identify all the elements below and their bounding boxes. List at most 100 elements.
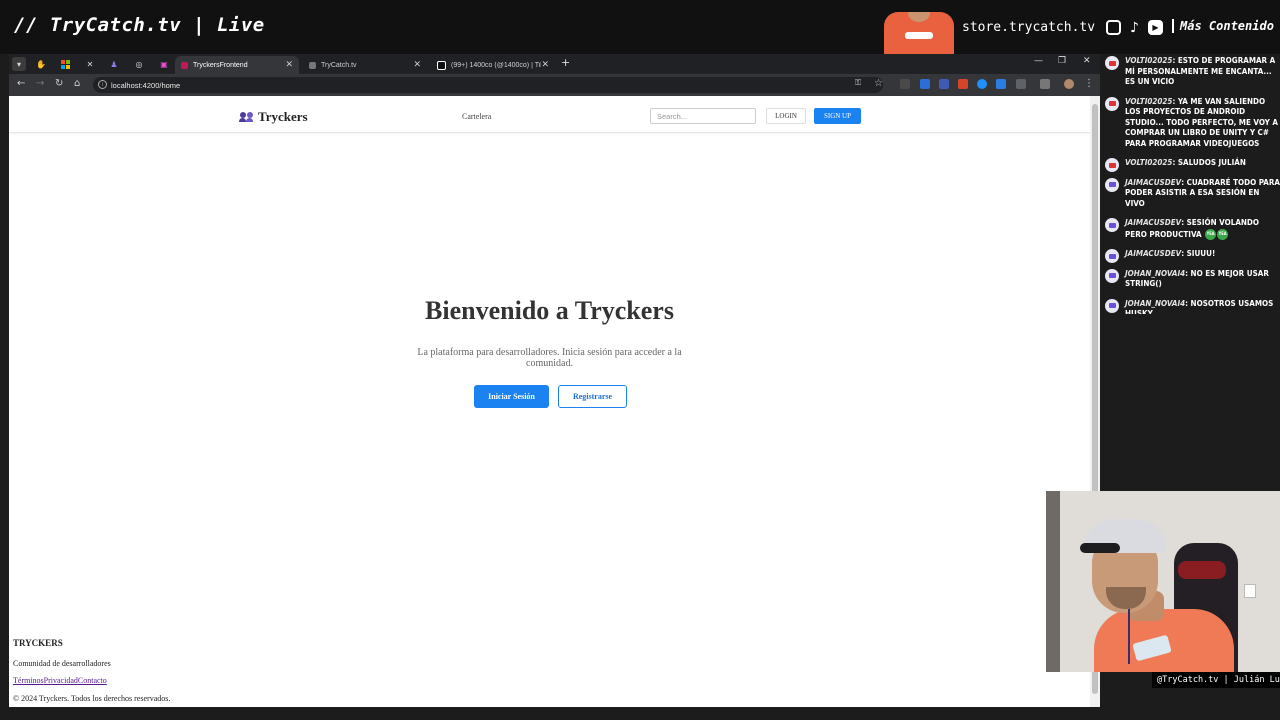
footer-title: TRYCKERS [13,638,63,648]
extension-translate-icon[interactable] [920,79,930,89]
more-content-label: Más Contenido [1172,19,1274,33]
youtube-icon: ▶ [1148,20,1163,35]
tab-search-button[interactable]: ▾ [12,57,26,71]
angular-icon [181,61,188,69]
extension-4-icon[interactable] [958,79,968,89]
youtube-badge-icon [1105,56,1119,70]
footer-link-terms[interactable]: Términos [13,676,44,685]
password-key-icon[interactable]: ⚿ [855,78,861,88]
pinned-tab-4[interactable]: ♟ [107,57,121,71]
streamer-name-tag: @TryCatch.tv | Julián Luna [1152,672,1280,688]
maximize-button[interactable]: ❐ [1058,56,1066,66]
browser-toolbar: ← → ↻ ⌂ i localhost:4200/home ⚿ ☆ ⋮ [9,74,1100,96]
close-tab-icon[interactable]: ✕ [413,59,421,70]
close-tab-icon[interactable]: ✕ [541,59,549,70]
site-info-icon[interactable]: i [98,80,107,89]
chat-message: jaimacusdev: cuadraré todo para poder as… [1104,177,1280,210]
emote-icon: yea [1205,228,1217,240]
chat-message: johan_novai4: nosotros usamos husky [1104,298,1280,314]
back-icon[interactable]: ← [17,78,25,89]
tab-tryckers-frontend[interactable]: TryckersFrontend ✕ [175,56,299,74]
chat-message: jaimacusdev: sesión volando pero product… [1104,218,1280,240]
tiktok-tab-icon [437,60,446,70]
chat-text: saludos julián [1177,158,1246,167]
webcam-feed [1046,491,1280,672]
home-icon[interactable]: ⌂ [74,78,80,89]
stream-header: // TryCatch.tv | Live store.trycatch.tv … [0,0,1280,54]
users-icon [239,112,254,122]
extension-3-icon[interactable] [939,79,949,89]
chat-message: volti02025: saludos julián [1104,158,1280,172]
pinned-tab-6[interactable]: ▣ [157,57,171,71]
footer-link-contact[interactable]: Contacto [78,676,107,685]
profile-avatar[interactable] [1064,79,1074,89]
pinned-tab-microsoft[interactable] [58,57,72,71]
youtube-badge-icon [1105,158,1119,172]
instagram-icon [1106,20,1121,35]
register-cta-button[interactable]: Registrarse [558,385,627,408]
browser-menu-icon[interactable]: ⋮ [1084,78,1094,89]
chat-message: volti02025: Esto de programar a mí perso… [1104,56,1280,88]
search-input[interactable]: Search... [650,108,756,124]
pinned-tab-5[interactable]: ◎ [132,57,146,71]
pinned-tab-x[interactable]: ✕ [83,57,97,71]
extensions-puzzle-icon[interactable] [1016,79,1026,89]
bookmark-star-icon[interactable]: ☆ [874,78,883,89]
hero-subtitle: La plataforma para desarrolladores. Inic… [417,347,682,369]
web-page: Tryckers Cartelera Search... LOGIN SIGN … [9,96,1090,707]
footer-link-privacy[interactable]: Privacidad [44,676,78,685]
twitch-badge-icon [1105,268,1119,283]
tab-label: TryCatch.tv [321,61,357,69]
tiktok-icon: ♪ [1130,19,1139,36]
chat-text: siuuu! [1186,249,1216,258]
close-tab-icon[interactable]: ✕ [285,59,293,70]
tab-label: TryckersFrontend [193,61,248,69]
pinned-tab-1[interactable]: ✋ [34,57,48,71]
chat-username: volti02025 [1125,56,1173,65]
chat-message: jaimacusdev: siuuu! [1104,249,1280,263]
side-panel-icon[interactable] [1040,79,1050,89]
tab-strip: ▾ ✋ ✕ ♟ ◎ ▣ TryckersFrontend ✕ TryCatch.… [9,54,1100,74]
tab-tiktok[interactable]: (99+) 1400co (@1400co) | TikTo ✕ [431,56,555,74]
login-cta-button[interactable]: Iniciar Sesión [474,385,549,408]
twitch-badge-icon [1105,298,1119,313]
hero-title: Bienvenido a Tryckers [425,296,674,325]
chat-username: johan_novai4 [1125,298,1186,308]
address-text: localhost:4200/home [111,80,181,90]
signup-button[interactable]: SIGN UP [814,108,861,124]
tab-trycatch[interactable]: TryCatch.tv ✕ [303,56,427,74]
store-shirt-image [884,12,954,54]
login-button[interactable]: LOGIN [766,108,806,124]
footer-links: Términos Privacidad Contacto [13,676,107,685]
chat-panel: volti02025: Esto de programar a mí perso… [1104,56,1280,314]
close-window-button[interactable]: ✕ [1083,56,1091,66]
forward-icon[interactable]: → [36,78,44,89]
tab-label: (99+) 1400co (@1400co) | TikTo [451,61,541,69]
youtube-badge-icon [1105,96,1119,111]
nav-link-cartelera[interactable]: Cartelera [462,112,491,121]
stream-brand: // TryCatch.tv | Live [14,14,265,36]
address-bar[interactable]: i localhost:4200/home [93,77,883,93]
chat-username: volti02025 [1125,96,1173,106]
trycatch-icon [309,61,316,69]
extension-pen-icon[interactable] [900,79,910,89]
emote-icon: yea [1217,228,1229,240]
site-navbar: Tryckers Cartelera Search... LOGIN SIGN … [9,96,1090,133]
logo-text: Tryckers [258,109,308,124]
footer-copyright: © 2024 Tryckers. Todos los derechos rese… [13,694,171,703]
reload-icon[interactable]: ↻ [55,78,63,89]
new-tab-button[interactable]: + [561,56,570,69]
twitch-badge-icon [1105,249,1119,263]
chat-username: volti02025 [1125,158,1173,167]
chat-username: johan_novai4 [1125,268,1186,278]
twitch-badge-icon [1105,177,1119,192]
browser-window: ▾ ✋ ✕ ♟ ◎ ▣ TryckersFrontend ✕ TryCatch.… [9,54,1100,707]
site-logo[interactable]: Tryckers [239,109,308,125]
twitch-badge-icon [1105,218,1119,232]
extension-5-icon[interactable] [977,79,987,89]
extension-6-icon[interactable] [996,79,1006,89]
minimize-button[interactable]: — [1034,56,1043,66]
chat-message: johan_novai4: no es mejor usar string() [1104,268,1280,290]
store-url: store.trycatch.tv [962,20,1096,35]
chat-username: jaimacusdev [1125,218,1182,227]
